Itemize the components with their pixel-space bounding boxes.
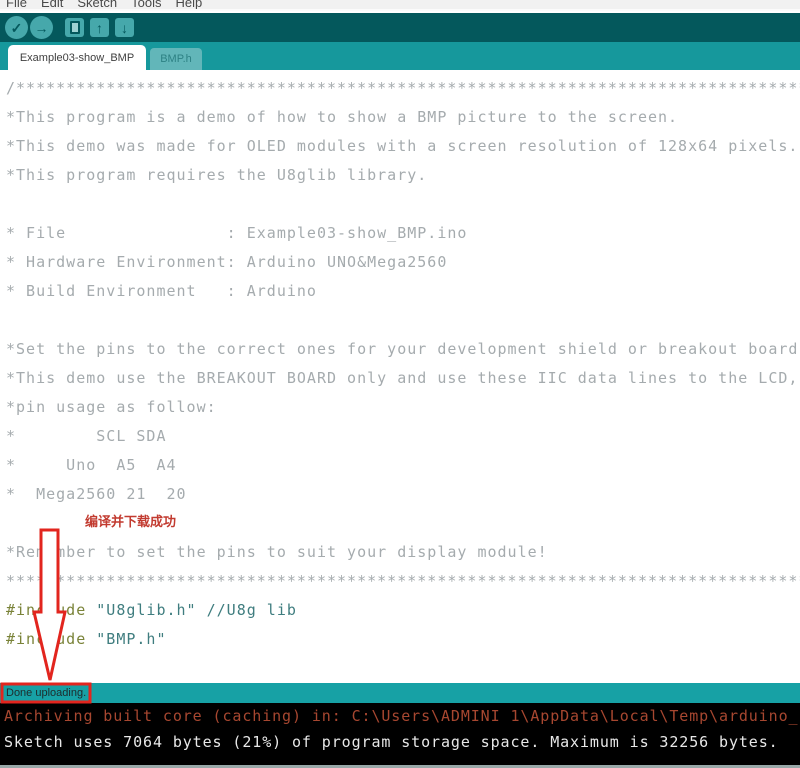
menu-item-help[interactable]: Help (175, 0, 202, 10)
menu-item-sketch[interactable]: Sketch (77, 0, 117, 10)
menu-item-file[interactable]: File (6, 0, 27, 10)
code-line: *pin usage as follow: (6, 393, 800, 422)
toolbar: ✓ → ↑ ↓ (0, 13, 800, 42)
check-icon: ✓ (11, 21, 23, 35)
code-line: *Set the pins to the correct ones for yo… (6, 335, 800, 364)
right-arrow-icon: → (35, 21, 49, 35)
code-line: ****************************************… (6, 567, 800, 596)
code-line: *This program is a demo of how to show a… (6, 103, 800, 132)
upload-button[interactable]: → (30, 16, 53, 39)
tab-label: Example03-show_BMP (20, 52, 134, 64)
code-line: * Hardware Environment: Arduino UNO&Mega… (6, 248, 800, 277)
tab-strip: Example03-show_BMP BMP.h (0, 42, 800, 70)
code-line: #include "U8glib.h" //U8g lib (6, 596, 800, 625)
code-line: * Mega2560 21 20 (6, 480, 800, 509)
code-line: *This demo was made for OLED modules wit… (6, 132, 800, 161)
down-arrow-icon: ↓ (121, 21, 128, 35)
code-line: *This demo use the BREAKOUT BOARD only a… (6, 364, 800, 393)
menubar-items: File Edit Sketch Tools Help (6, 0, 800, 10)
code-line: /***************************************… (6, 74, 800, 103)
tab-bmp-h[interactable]: BMP.h (150, 48, 202, 70)
code-line: * Uno A5 A4 (6, 451, 800, 480)
menu-item-tools[interactable]: Tools (131, 0, 161, 10)
status-message: Done uploading. (6, 687, 86, 699)
tab-label: BMP.h (160, 53, 192, 65)
code-line: #include "BMP.h" (6, 625, 800, 654)
status-bar: Done uploading. (0, 683, 800, 703)
document-icon (70, 21, 80, 34)
code-line: *This program requires the U8glib librar… (6, 161, 800, 190)
console-line: Sketch uses 7064 bytes (21%) of program … (4, 733, 800, 751)
code-area: /***************************************… (0, 70, 800, 654)
console-line: Archiving built core (caching) in: C:\Us… (4, 707, 800, 725)
code-line (6, 509, 800, 538)
code-line: *Remember to set the pins to suit your d… (6, 538, 800, 567)
tab-example03-show-bmp[interactable]: Example03-show_BMP (8, 45, 146, 70)
code-line: * SCL SDA (6, 422, 800, 451)
verify-button[interactable]: ✓ (5, 16, 28, 39)
editor[interactable]: /***************************************… (0, 70, 800, 683)
up-arrow-icon: ↑ (96, 21, 103, 35)
menubar: File Edit Sketch Tools Help (0, 0, 800, 11)
code-line (6, 190, 800, 219)
menu-item-edit[interactable]: Edit (41, 0, 63, 10)
new-sketch-button[interactable] (65, 18, 84, 37)
console-output[interactable]: Archiving built core (caching) in: C:\Us… (0, 703, 800, 765)
save-button[interactable]: ↓ (115, 18, 134, 37)
code-line (6, 306, 800, 335)
code-line: * File : Example03-show_BMP.ino (6, 219, 800, 248)
code-line: * Build Environment : Arduino (6, 277, 800, 306)
open-button[interactable]: ↑ (90, 18, 109, 37)
